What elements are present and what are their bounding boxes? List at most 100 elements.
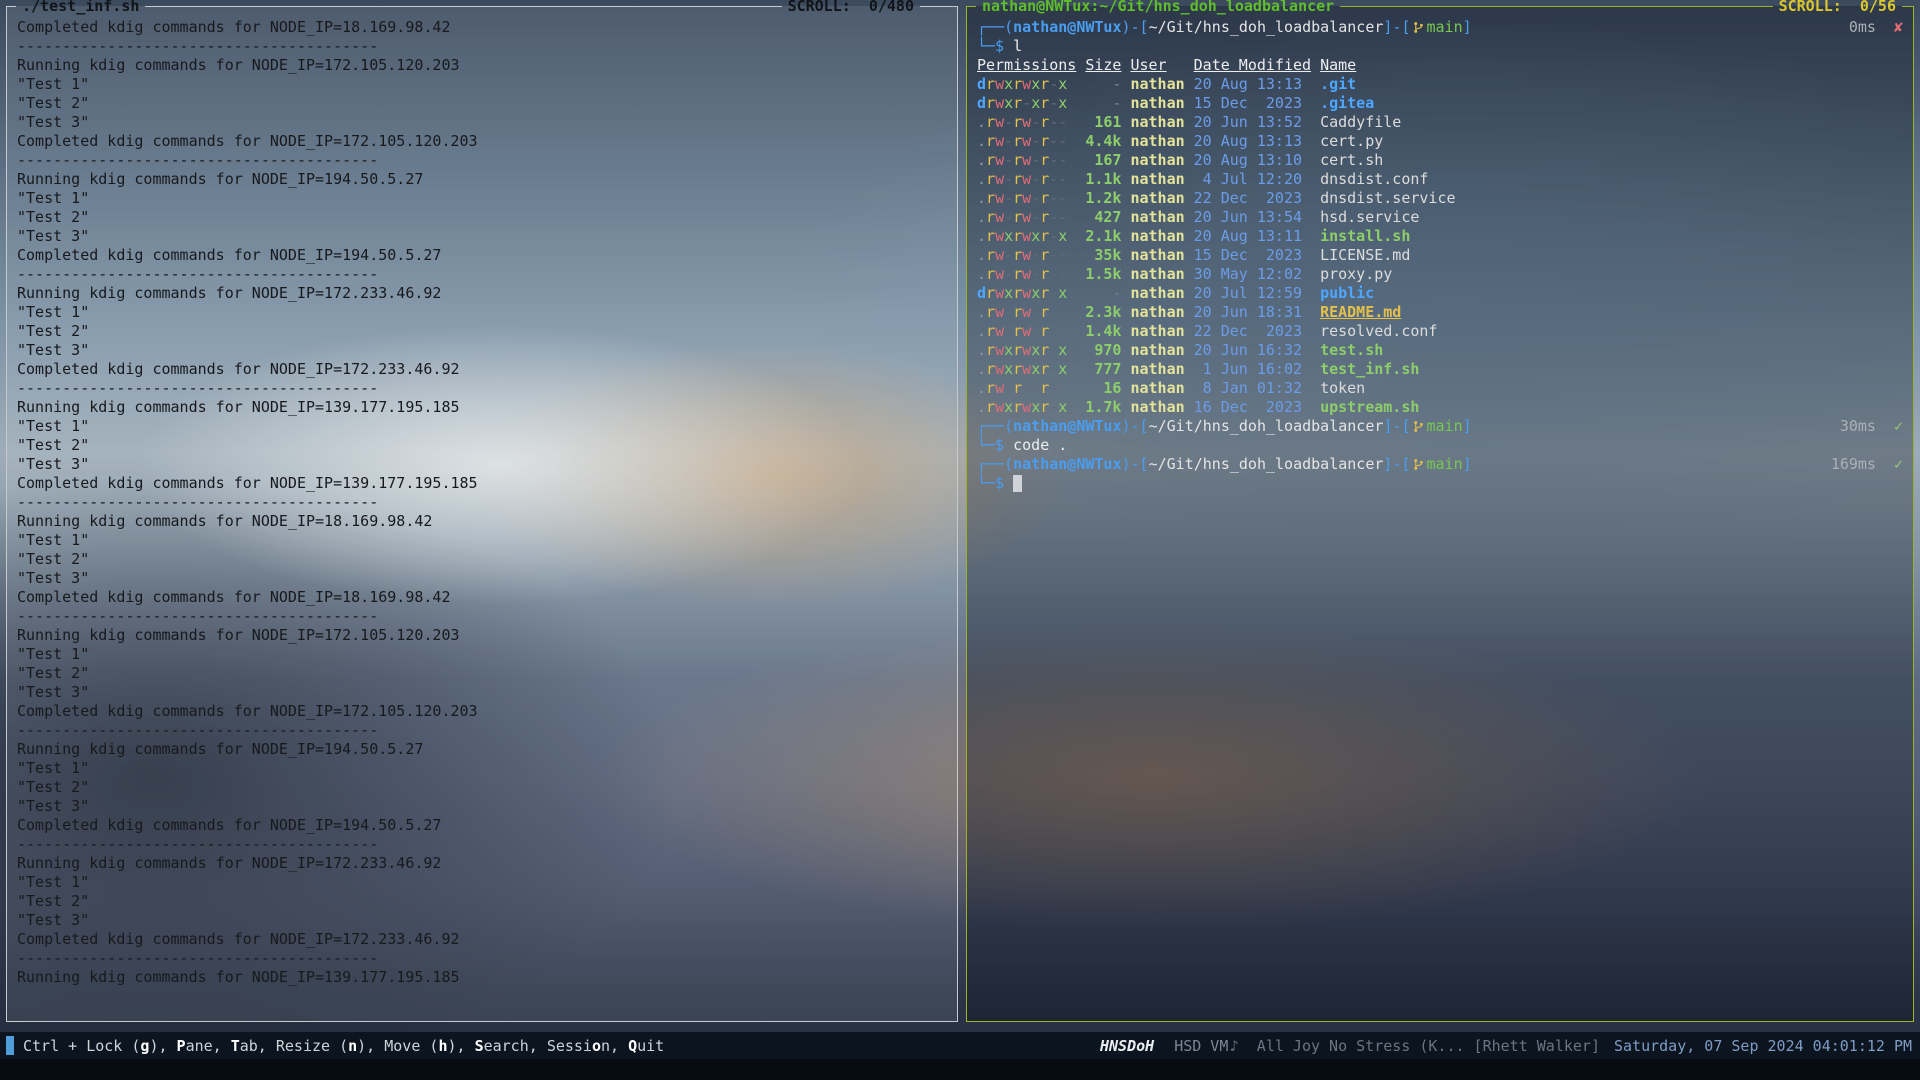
file-date-modified: 8 Jan 01:32: [1194, 379, 1311, 398]
terminal-cursor: [1013, 475, 1022, 492]
prompt-frame: ]-[: [1383, 18, 1410, 37]
hint-segment: ab,: [240, 1037, 276, 1055]
file-size: -: [1085, 94, 1121, 113]
hint-segment: ane,: [186, 1037, 231, 1055]
tab-hsd-vm[interactable]: HSD VM: [1174, 1037, 1228, 1055]
file-permissions: drwxr-xr-x: [977, 94, 1076, 113]
terminal-output-line: "Test 3": [17, 911, 947, 930]
file-name: dnsdist.service: [1320, 189, 1903, 208]
file-owner: nathan: [1130, 398, 1184, 417]
prompt-frame: ]-[: [1383, 417, 1410, 436]
file-row: drwxrwxr-x-nathan20 Jul 12:59public: [977, 284, 1903, 303]
command-duration: 0ms: [1849, 18, 1876, 37]
prompt-frame: )-[: [1122, 18, 1149, 37]
status-bar-right: ♪ All Joy No Stress (K... [Rhett Walker]…: [1230, 1037, 1912, 1055]
prompt-path: ~/Git/hns_doh_loadbalancer: [1149, 455, 1384, 474]
hint-segment: Lock (: [86, 1037, 140, 1055]
file-row: .rw-rw-r--1.5knathan30 May 12:02proxy.py: [977, 265, 1903, 284]
terminal-output-line: "Test 3": [17, 569, 947, 588]
file-size: 167: [1085, 151, 1121, 170]
file-listing-header: PermissionsSizeUserDate ModifiedName: [977, 56, 1903, 75]
terminal-output-line: Completed kdig commands for NODE_IP=172.…: [17, 132, 947, 151]
terminal-output-line: ----------------------------------------: [17, 493, 947, 512]
terminal-output-line: "Test 1": [17, 417, 947, 436]
now-playing: ♪ All Joy No Stress (K... [Rhett Walker]: [1230, 1037, 1600, 1055]
file-date-modified: 22 Dec 2023: [1194, 189, 1311, 208]
right-pane-top-border: nathan@NWTux:~/Git/hns_doh_loadbalancer …: [966, 0, 1914, 16]
status-bar: Ctrl + Lock (g), Pane, Tab, Resize (n), …: [0, 1032, 1920, 1059]
file-owner: nathan: [1130, 208, 1184, 227]
file-permissions: .rw-rw-r--: [977, 113, 1076, 132]
keybinding-hints: Ctrl + Lock (g), Pane, Tab, Resize (n), …: [23, 1037, 664, 1055]
terminal-output-line: "Test 1": [17, 303, 947, 322]
file-name: dnsdist.conf: [1320, 170, 1903, 189]
command-text: l: [1004, 37, 1022, 55]
file-size: 1.7k: [1085, 398, 1121, 417]
file-permissions: .rwxrwxr-x: [977, 398, 1076, 417]
file-size: 427: [1085, 208, 1121, 227]
terminal-output-line: "Test 1": [17, 645, 947, 664]
file-permissions: .rwxrwxr-x: [977, 360, 1076, 379]
file-permissions: .rw-rw-r--: [977, 322, 1076, 341]
prompt-frame: └─$: [977, 474, 1004, 492]
file-name: .gitea: [1320, 94, 1903, 113]
tab-hnsdoh[interactable]: HNSDoH: [1100, 1037, 1154, 1055]
hint-segment: S: [475, 1037, 484, 1055]
file-date-modified: 20 Jul 12:59: [1194, 284, 1311, 303]
terminal-output-line: Completed kdig commands for NODE_IP=172.…: [17, 702, 947, 721]
file-name: token: [1320, 379, 1903, 398]
terminal-output-line: Completed kdig commands for NODE_IP=172.…: [17, 360, 947, 379]
file-name: resolved.conf: [1320, 322, 1903, 341]
terminal-output-line: "Test 2": [17, 322, 947, 341]
file-row: .rwxrwxr-x777nathan 1 Jun 16:02test_inf.…: [977, 360, 1903, 379]
terminal-output-line: "Test 3": [17, 227, 947, 246]
file-owner: nathan: [1130, 189, 1184, 208]
file-row: .rwxrwxr-x970nathan20 Jun 16:32test.sh: [977, 341, 1903, 360]
prompt-frame: ]-[: [1383, 455, 1410, 474]
file-name: .git: [1320, 75, 1903, 94]
terminal-output-line: "Test 3": [17, 683, 947, 702]
file-date-modified: 20 Jun 18:31: [1194, 303, 1311, 322]
shell-input-line[interactable]: └─$: [977, 474, 1903, 493]
terminal-output-line: "Test 1": [17, 873, 947, 892]
file-size: 2.3k: [1085, 303, 1121, 322]
file-permissions: .rw-rw-r--: [977, 189, 1076, 208]
file-date-modified: 20 Jun 13:52: [1194, 113, 1311, 132]
file-row: .rw-rw-r--2.3knathan20 Jun 18:31README.m…: [977, 303, 1903, 322]
terminal-output-line: "Test 1": [17, 189, 947, 208]
terminal-output-line: Running kdig commands for NODE_IP=172.23…: [17, 854, 947, 873]
hint-segment: Resize (: [276, 1037, 348, 1055]
file-owner: nathan: [1130, 113, 1184, 132]
terminal-output-line: Running kdig commands for NODE_IP=172.10…: [17, 56, 947, 75]
command-text: [1004, 474, 1013, 492]
file-permissions: drwxrwxr-x: [977, 75, 1076, 94]
terminal-output-line: "Test 1": [17, 531, 947, 550]
hint-segment: T: [231, 1037, 240, 1055]
file-row: .rw-rw-r--1.1knathan 4 Jul 12:20dnsdist.…: [977, 170, 1903, 189]
file-owner: nathan: [1130, 170, 1184, 189]
terminal-output-line: Completed kdig commands for NODE_IP=139.…: [17, 474, 947, 493]
file-size: 2.1k: [1085, 227, 1121, 246]
right-terminal-pane[interactable]: nathan@NWTux:~/Git/hns_doh_loadbalancer …: [966, 6, 1914, 1022]
hint-segment: ),: [357, 1037, 384, 1055]
file-row: .rwxrwxr-x1.7knathan16 Dec 2023upstream.…: [977, 398, 1903, 417]
hint-segment: Q: [628, 1037, 637, 1055]
terminal-output-line: Completed kdig commands for NODE_IP=194.…: [17, 246, 947, 265]
prompt-frame: ┌──(: [977, 18, 1013, 37]
hint-segment: o: [592, 1037, 601, 1055]
column-header: Date Modified: [1194, 56, 1311, 75]
terminal-output-line: ----------------------------------------: [17, 37, 947, 56]
hint-segment: n: [348, 1037, 357, 1055]
prompt-user-host: nathan@NWTux: [1013, 455, 1121, 474]
file-owner: nathan: [1130, 227, 1184, 246]
file-name: LICENSE.md: [1320, 246, 1903, 265]
file-size: 777: [1085, 360, 1121, 379]
file-date-modified: 15 Dec 2023: [1194, 94, 1311, 113]
file-row: .rw-rw-r--167nathan20 Aug 13:10cert.sh: [977, 151, 1903, 170]
hint-segment: Ctrl +: [23, 1037, 86, 1055]
left-terminal-pane[interactable]: ./test_inf.sh SCROLL: 0/480 Completed kd…: [6, 6, 958, 1022]
file-name: proxy.py: [1320, 265, 1903, 284]
git-branch-icon: [1413, 458, 1424, 471]
file-owner: nathan: [1130, 360, 1184, 379]
terminal-output-line: Completed kdig commands for NODE_IP=194.…: [17, 816, 947, 835]
